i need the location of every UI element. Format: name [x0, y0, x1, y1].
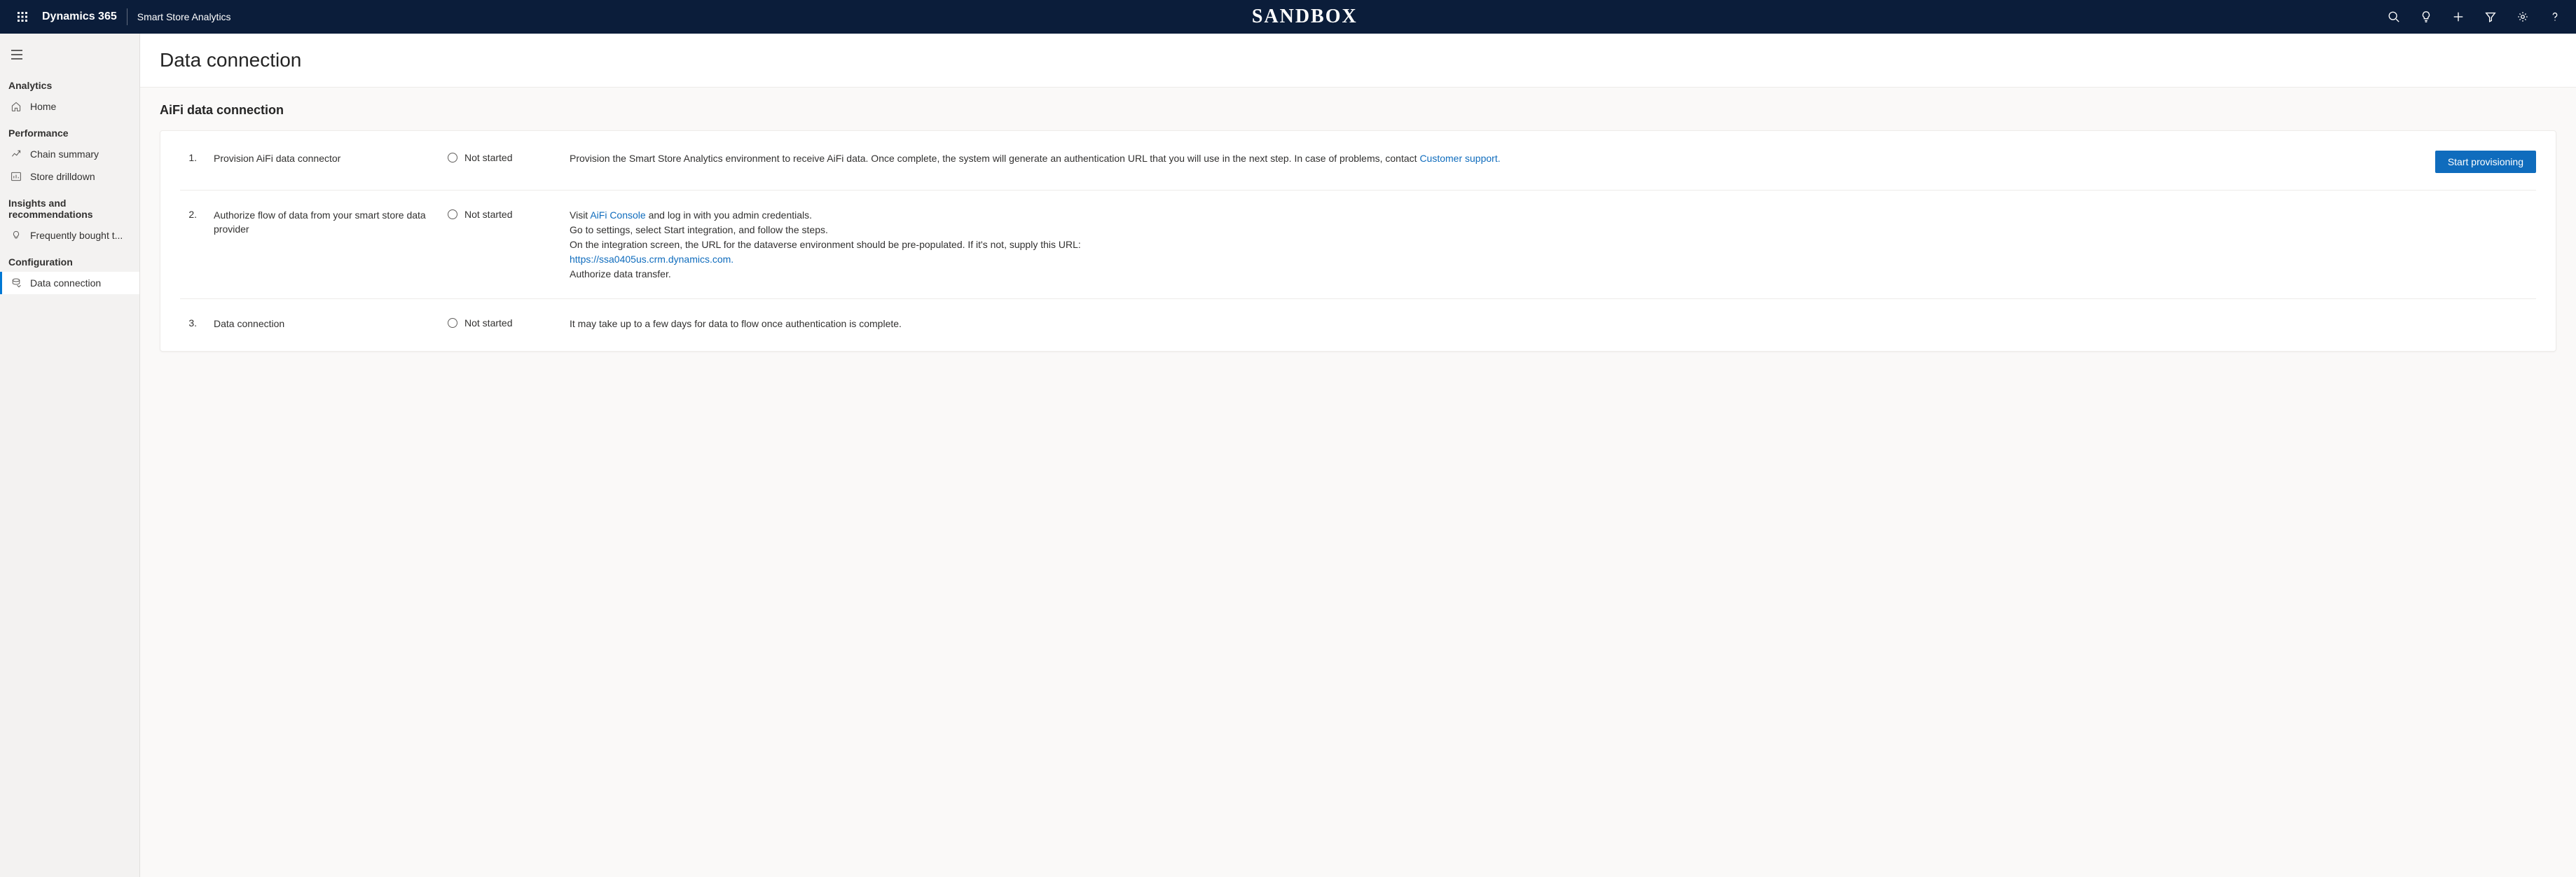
main-content: Data connection AiFi data connection 1. … [140, 34, 2576, 877]
steps-card: 1. Provision AiFi data connector Not sta… [160, 130, 2556, 352]
nav-label: Frequently bought t... [30, 230, 123, 241]
brand-label[interactable]: Dynamics 365 [42, 11, 117, 23]
plus-icon [2452, 11, 2465, 23]
step-title: Provision AiFi data connector [214, 151, 431, 166]
sidebar-item-data-connection[interactable]: Data connection [0, 272, 139, 294]
step-description: Provision the Smart Store Analytics envi… [570, 151, 2400, 166]
nav-section-performance: Performance [0, 118, 139, 143]
home-icon [11, 101, 22, 112]
environment-label: SANDBOX [231, 6, 2378, 28]
nav-section-configuration: Configuration [0, 247, 139, 272]
step-description: Visit AiFi Console and log in with you a… [570, 207, 2400, 282]
ideas-button[interactable] [2411, 0, 2441, 34]
step-status: Not started [448, 316, 553, 329]
gear-icon [2516, 11, 2529, 23]
topbar-actions [2378, 0, 2570, 34]
sidebar-item-store-drilldown[interactable]: Store drilldown [0, 165, 139, 188]
step-number: 2. [180, 207, 197, 220]
add-button[interactable] [2443, 0, 2474, 34]
dataverse-url-link[interactable]: https://ssa0405us.crm.dynamics.com. [570, 254, 733, 265]
status-text: Not started [464, 317, 512, 329]
lightbulb-icon [2420, 11, 2432, 23]
page-title: Data connection [160, 49, 2556, 71]
customer-support-link[interactable]: Customer support. [1419, 153, 1500, 164]
sidebar: Analytics Home Performance Chain summary… [0, 34, 140, 877]
step-description: It may take up to a few days for data to… [570, 316, 2400, 331]
search-icon [2388, 11, 2400, 23]
nav-label: Chain summary [30, 149, 99, 160]
settings-button[interactable] [2507, 0, 2538, 34]
step-title: Data connection [214, 316, 431, 331]
question-icon [2549, 11, 2561, 23]
step-number: 3. [180, 316, 197, 329]
step-number: 1. [180, 151, 197, 163]
search-button[interactable] [2378, 0, 2409, 34]
waffle-icon [17, 11, 28, 22]
data-connection-icon [11, 277, 22, 289]
help-button[interactable] [2540, 0, 2570, 34]
lightbulb-icon [11, 230, 22, 241]
section-title: AiFi data connection [160, 103, 2556, 118]
step-row: 2. Authorize flow of data from your smar… [180, 191, 2536, 299]
step-row: 3. Data connection Not started It may ta… [180, 299, 2536, 348]
step-title: Authorize flow of data from your smart s… [214, 207, 431, 236]
nav-label: Home [30, 101, 56, 112]
app-launcher-button[interactable] [6, 0, 39, 34]
top-bar: Dynamics 365 Smart Store Analytics SANDB… [0, 0, 2576, 34]
status-text: Not started [464, 209, 512, 220]
bar-chart-icon [11, 171, 22, 182]
status-circle-icon [448, 153, 457, 163]
sidebar-item-home[interactable]: Home [0, 95, 139, 118]
nav-label: Store drilldown [30, 171, 95, 182]
filter-button[interactable] [2475, 0, 2506, 34]
status-text: Not started [464, 152, 512, 163]
nav-label: Data connection [30, 277, 101, 289]
start-provisioning-button[interactable]: Start provisioning [2435, 151, 2536, 173]
aifi-console-link[interactable]: AiFi Console [590, 209, 645, 221]
hamburger-icon [11, 50, 23, 60]
nav-section-insights: Insights and recommendations [0, 188, 139, 224]
sidebar-toggle-button[interactable] [7, 45, 27, 64]
step-status: Not started [448, 207, 553, 220]
header-divider [127, 8, 128, 25]
status-circle-icon [448, 318, 457, 328]
step-status: Not started [448, 151, 553, 163]
trend-icon [11, 149, 22, 160]
funnel-icon [2484, 11, 2497, 23]
step-row: 1. Provision AiFi data connector Not sta… [180, 134, 2536, 191]
sidebar-item-chain-summary[interactable]: Chain summary [0, 143, 139, 165]
status-circle-icon [448, 209, 457, 219]
nav-section-analytics: Analytics [0, 70, 139, 95]
sidebar-item-frequently-bought[interactable]: Frequently bought t... [0, 224, 139, 247]
app-name-label[interactable]: Smart Store Analytics [137, 11, 231, 22]
